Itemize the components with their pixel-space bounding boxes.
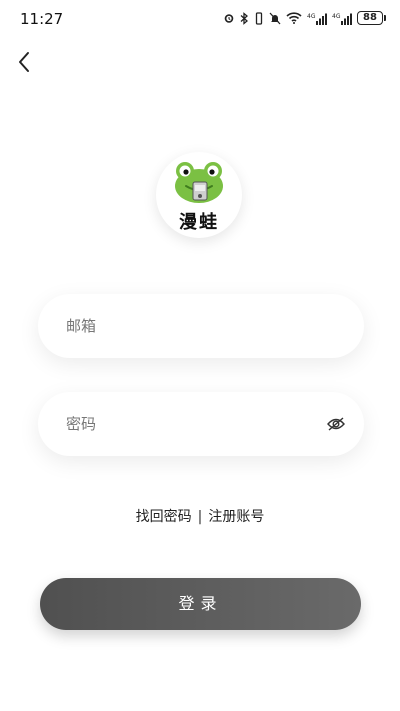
email-input[interactable] [66, 294, 316, 358]
email-field-container [38, 294, 364, 358]
svg-text:4G: 4G [307, 13, 316, 20]
svg-text:4G: 4G [332, 13, 341, 20]
password-field-container [38, 392, 364, 456]
chevron-left-icon [19, 52, 29, 72]
link-separator: | [197, 509, 203, 525]
back-button[interactable] [10, 48, 38, 76]
password-input[interactable] [66, 392, 316, 456]
status-bar: 11:27 4G 4G 88 [0, 0, 400, 38]
battery-tip [384, 15, 386, 21]
cellular-signal-icon: 4G [307, 13, 327, 25]
battery-indicator: 88 [357, 11, 386, 25]
alarm-icon [224, 14, 234, 23]
app-logo-text: 漫蛙 [179, 212, 219, 233]
bluetooth-icon [240, 11, 248, 25]
forgot-password-link[interactable]: 找回密码 [136, 506, 192, 526]
register-link[interactable]: 注册账号 [208, 506, 264, 526]
status-icons: 4G 4G 88 [223, 11, 386, 25]
battery-level: 88 [357, 11, 383, 25]
status-time: 11:27 [20, 10, 64, 28]
wifi-icon [286, 12, 302, 24]
eye-off-icon[interactable] [326, 414, 346, 434]
cellular-signal-icon-2: 4G [332, 13, 352, 25]
vibrate-icon [255, 11, 263, 25]
app-logo: 漫蛙 [156, 152, 242, 238]
mute-icon [269, 12, 281, 24]
login-button[interactable]: 登录 [40, 578, 361, 630]
account-links: 找回密码 | 注册账号 [0, 506, 400, 526]
